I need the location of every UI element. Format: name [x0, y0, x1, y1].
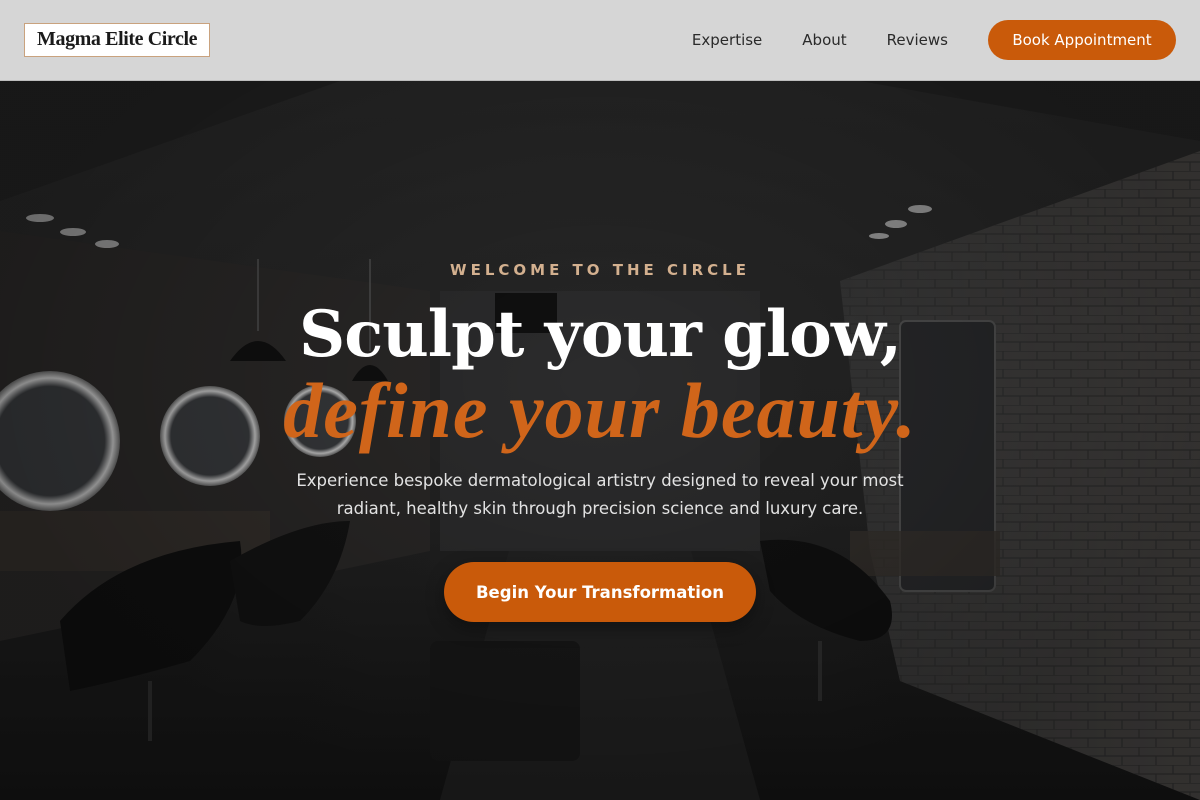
nav-link-expertise[interactable]: Expertise [692, 31, 762, 49]
hero-subtext: Experience bespoke dermatological artist… [296, 471, 904, 518]
book-appointment-button[interactable]: Book Appointment [988, 20, 1176, 60]
hero-eyebrow: WELCOME TO THE CIRCLE [450, 261, 750, 279]
brand-logo[interactable]: Magma Elite Circle [24, 23, 211, 57]
main-nav: Expertise About Reviews Book Appointment [692, 20, 1176, 60]
hero-headline-line1: Sculpt your glow, [299, 297, 902, 372]
nav-link-about[interactable]: About [802, 31, 846, 49]
nav-link-reviews[interactable]: Reviews [887, 31, 948, 49]
hero-section: WELCOME TO THE CIRCLE Sculpt your glow, … [0, 81, 1200, 800]
begin-transformation-button[interactable]: Begin Your Transformation [444, 562, 756, 622]
hero-headline-line2: define your beauty. [283, 367, 917, 454]
hero-content: WELCOME TO THE CIRCLE Sculpt your glow, … [0, 81, 1200, 800]
site-header: Magma Elite Circle Expertise About Revie… [0, 0, 1200, 81]
